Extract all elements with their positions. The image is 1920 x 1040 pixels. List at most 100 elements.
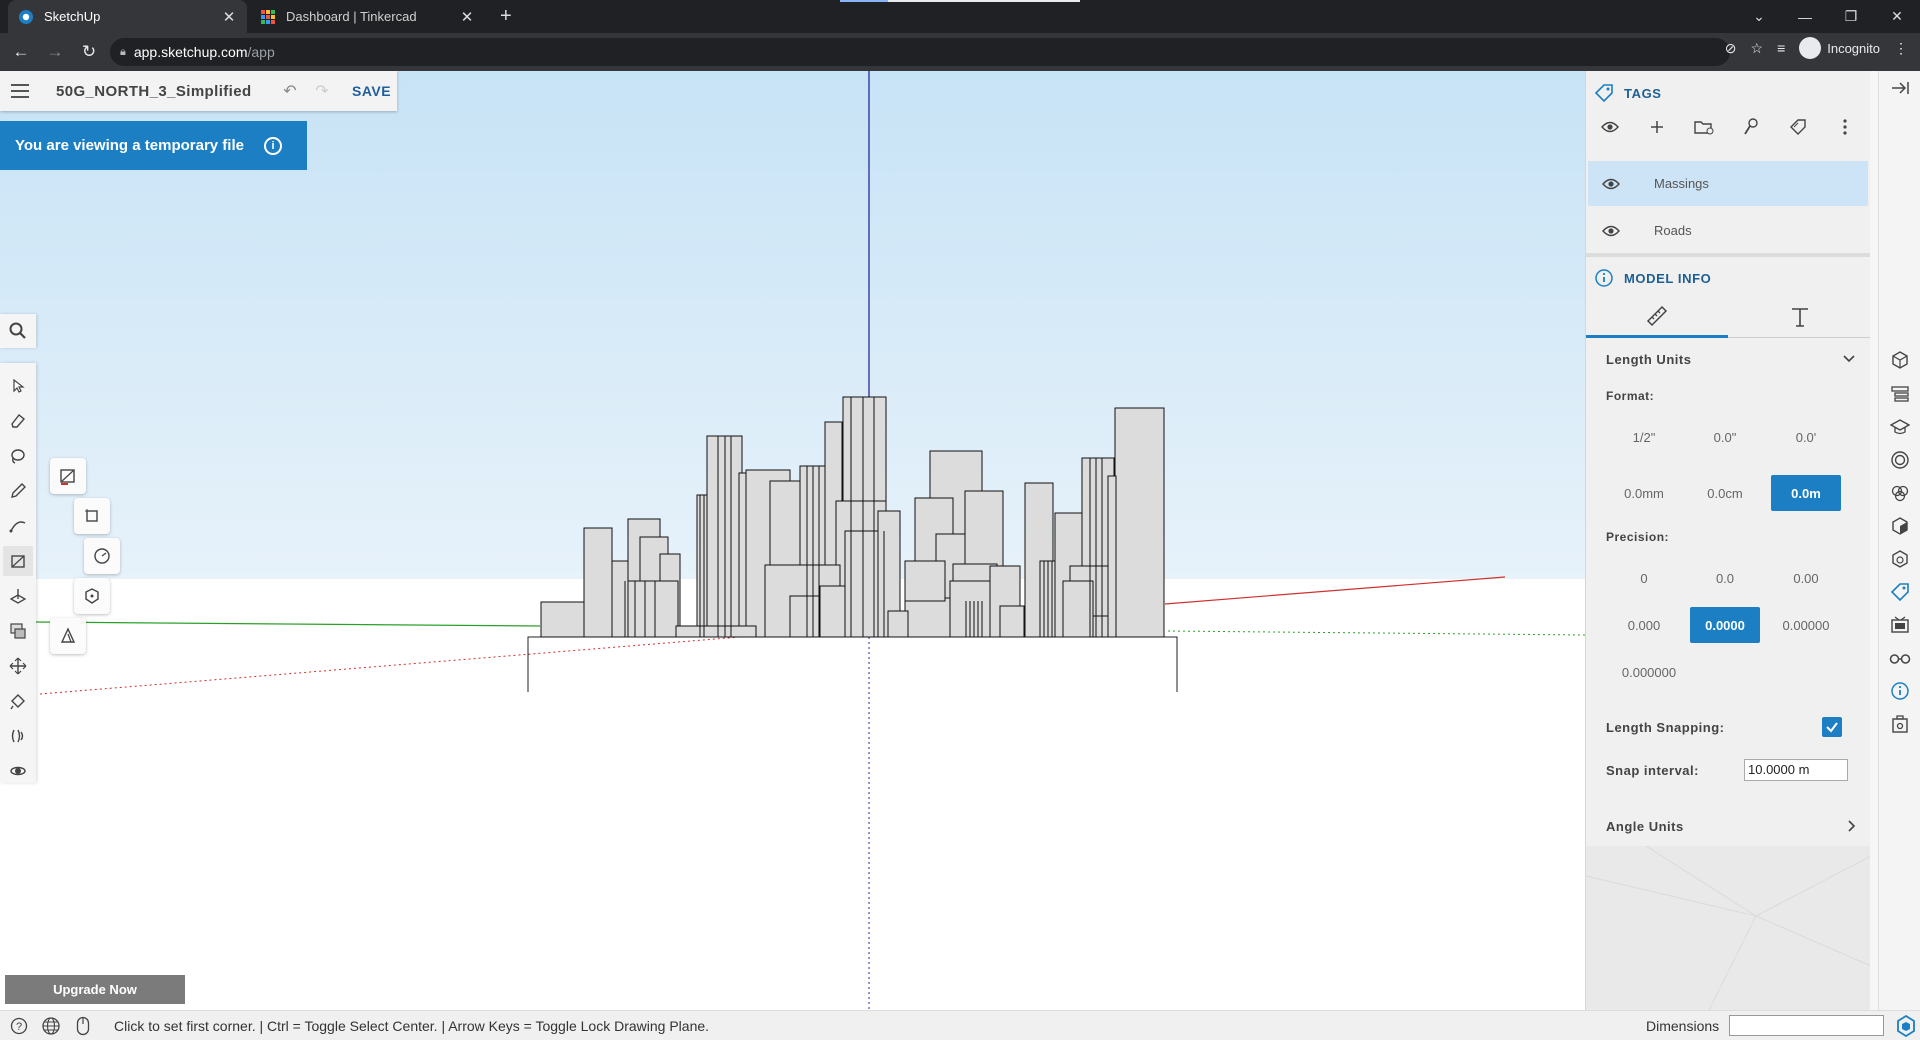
sketchup-favicon-icon [19, 9, 33, 24]
tag-row-roads[interactable]: Roads [1588, 208, 1868, 253]
components-icon[interactable] [1889, 449, 1911, 471]
panel-background-pattern [1586, 846, 1870, 1010]
angle-units-heading[interactable]: Angle Units [1606, 819, 1684, 834]
search-tool-button[interactable] [0, 314, 36, 348]
bookmark-star-icon[interactable]: ☆ [1751, 40, 1764, 57]
snap-interval-input[interactable]: 10.0000 m [1744, 759, 1848, 781]
rectangle-subtool-button[interactable] [50, 458, 86, 494]
color-by-tag-icon[interactable] [1774, 118, 1821, 136]
scenes-icon[interactable] [1889, 548, 1911, 570]
address-field[interactable]: 🔒︎ app.sketchup.com/app [110, 38, 1730, 66]
length-snapping-checkbox[interactable] [1822, 717, 1842, 737]
visibility-eye-icon[interactable] [1588, 224, 1634, 238]
styles-icon[interactable] [1889, 515, 1911, 537]
export-icon[interactable] [1889, 713, 1911, 735]
precision-option[interactable]: 0.000000 [1609, 654, 1689, 690]
precision-option[interactable]: 0.00000 [1771, 607, 1841, 643]
eraser-tool-icon[interactable] [3, 406, 33, 436]
more-options-icon[interactable] [1821, 119, 1868, 135]
format-option[interactable]: 1/2" [1609, 419, 1679, 455]
view-glasses-icon[interactable] [1889, 647, 1911, 669]
tape-measure-tool-icon[interactable] [3, 721, 33, 751]
tab-tinkercad[interactable]: Dashboard | Tinkercad ✕ [250, 0, 485, 33]
tab-sketchup[interactable]: SketchUp ✕ [8, 0, 247, 33]
format-option[interactable]: 0.0mm [1609, 475, 1679, 511]
tag-row-massings[interactable]: Massings [1588, 161, 1868, 206]
tags-divider[interactable] [1586, 253, 1870, 257]
eye-icon[interactable] [1586, 120, 1633, 134]
close-tab-icon[interactable]: ✕ [221, 8, 237, 26]
polygon-subtool-button[interactable] [74, 578, 110, 614]
browser-toolbar: ← → ↻ 🔒︎ app.sketchup.com/app ⊘ ☆ ≡ Inco… [0, 33, 1920, 71]
length-units-heading[interactable]: Length Units [1606, 352, 1691, 367]
tab-units[interactable] [1586, 296, 1728, 338]
redo-icon[interactable]: ↷ [306, 81, 338, 101]
reload-icon[interactable]: ↻ [76, 39, 102, 65]
lasso-tool-icon[interactable] [3, 441, 33, 471]
hamburger-menu-icon[interactable] [0, 71, 40, 111]
close-window-icon[interactable]: ✕ [1874, 8, 1920, 25]
browser-menu-icon[interactable]: ⋮ [1894, 40, 1908, 57]
format-option[interactable]: 0.0cm [1690, 475, 1760, 511]
format-option[interactable]: 0.0" [1690, 419, 1760, 455]
visibility-eye-icon[interactable] [1588, 177, 1634, 191]
save-button[interactable]: SAVE [352, 83, 391, 99]
circle-subtool-button[interactable] [84, 538, 120, 574]
outliner-icon[interactable] [1889, 383, 1911, 405]
arc-tool-icon[interactable] [3, 511, 33, 541]
help-icon[interactable]: ? [6, 1013, 32, 1039]
tags-rail-icon[interactable] [1889, 581, 1911, 603]
minimize-icon[interactable]: — [1782, 9, 1828, 25]
undo-icon[interactable]: ↶ [274, 81, 306, 101]
upgrade-now-button[interactable]: Upgrade Now [5, 975, 185, 1004]
chevron-right-icon[interactable] [1844, 819, 1858, 833]
precision-option[interactable]: 0.00 [1771, 560, 1841, 596]
display-icon[interactable] [1889, 614, 1911, 636]
text-subtool-button[interactable] [50, 618, 86, 654]
info-circle-icon [1595, 269, 1613, 287]
push-pull-tool-icon[interactable] [3, 581, 33, 611]
svg-text:?: ? [16, 1021, 22, 1033]
tab-text[interactable] [1728, 296, 1870, 338]
chevron-down-icon[interactable] [1842, 351, 1856, 365]
select-tool-icon[interactable] [3, 371, 33, 401]
tab-search-icon[interactable]: ⌄ [1736, 8, 1782, 25]
reading-list-icon[interactable]: ≡ [1777, 40, 1785, 56]
globe-icon[interactable] [38, 1013, 64, 1039]
model-viewport[interactable] [0, 71, 1585, 1010]
offset-tool-icon[interactable] [3, 616, 33, 646]
search-icon [9, 322, 26, 339]
panel-scrollbar[interactable] [1870, 71, 1878, 1010]
precision-option[interactable]: 0 [1609, 560, 1679, 596]
orbit-tool-icon[interactable] [3, 756, 33, 786]
model-info-rail-icon[interactable] [1889, 680, 1911, 702]
close-tab-icon[interactable]: ✕ [459, 8, 475, 26]
dimensions-input[interactable] [1729, 1015, 1884, 1036]
materials-icon[interactable] [1889, 482, 1911, 504]
rotated-rectangle-subtool-button[interactable] [74, 498, 110, 534]
restore-icon[interactable]: ❐ [1828, 8, 1874, 25]
profile-button[interactable]: Incognito [1799, 37, 1880, 59]
back-icon[interactable]: ← [8, 39, 34, 65]
add-folder-icon[interactable] [1680, 119, 1727, 135]
new-tab-button[interactable]: + [500, 6, 512, 26]
format-option-selected[interactable]: 0.0m [1771, 475, 1841, 511]
info-icon[interactable]: i [263, 136, 282, 155]
url-path: /app [247, 44, 275, 60]
move-tool-icon[interactable] [3, 651, 33, 681]
precision-option-selected[interactable]: 0.0000 [1690, 607, 1760, 643]
tracking-blocked-icon[interactable]: ⊘ [1725, 40, 1737, 57]
add-tag-icon[interactable] [1633, 119, 1680, 135]
forward-icon[interactable]: → [42, 39, 68, 65]
rectangle-tool-icon[interactable] [3, 546, 33, 576]
format-option[interactable]: 0.0' [1771, 419, 1841, 455]
precision-option[interactable]: 0.0 [1690, 560, 1760, 596]
precision-option[interactable]: 0.000 [1609, 607, 1679, 643]
tag-tool-icon[interactable] [1727, 118, 1774, 136]
instructor-icon[interactable] [1889, 416, 1911, 438]
pencil-tool-icon[interactable] [3, 476, 33, 506]
mouse-icon[interactable] [70, 1013, 96, 1039]
paint-bucket-tool-icon[interactable] [3, 686, 33, 716]
entity-info-icon[interactable] [1889, 349, 1911, 371]
collapse-panel-icon[interactable] [1889, 77, 1911, 99]
